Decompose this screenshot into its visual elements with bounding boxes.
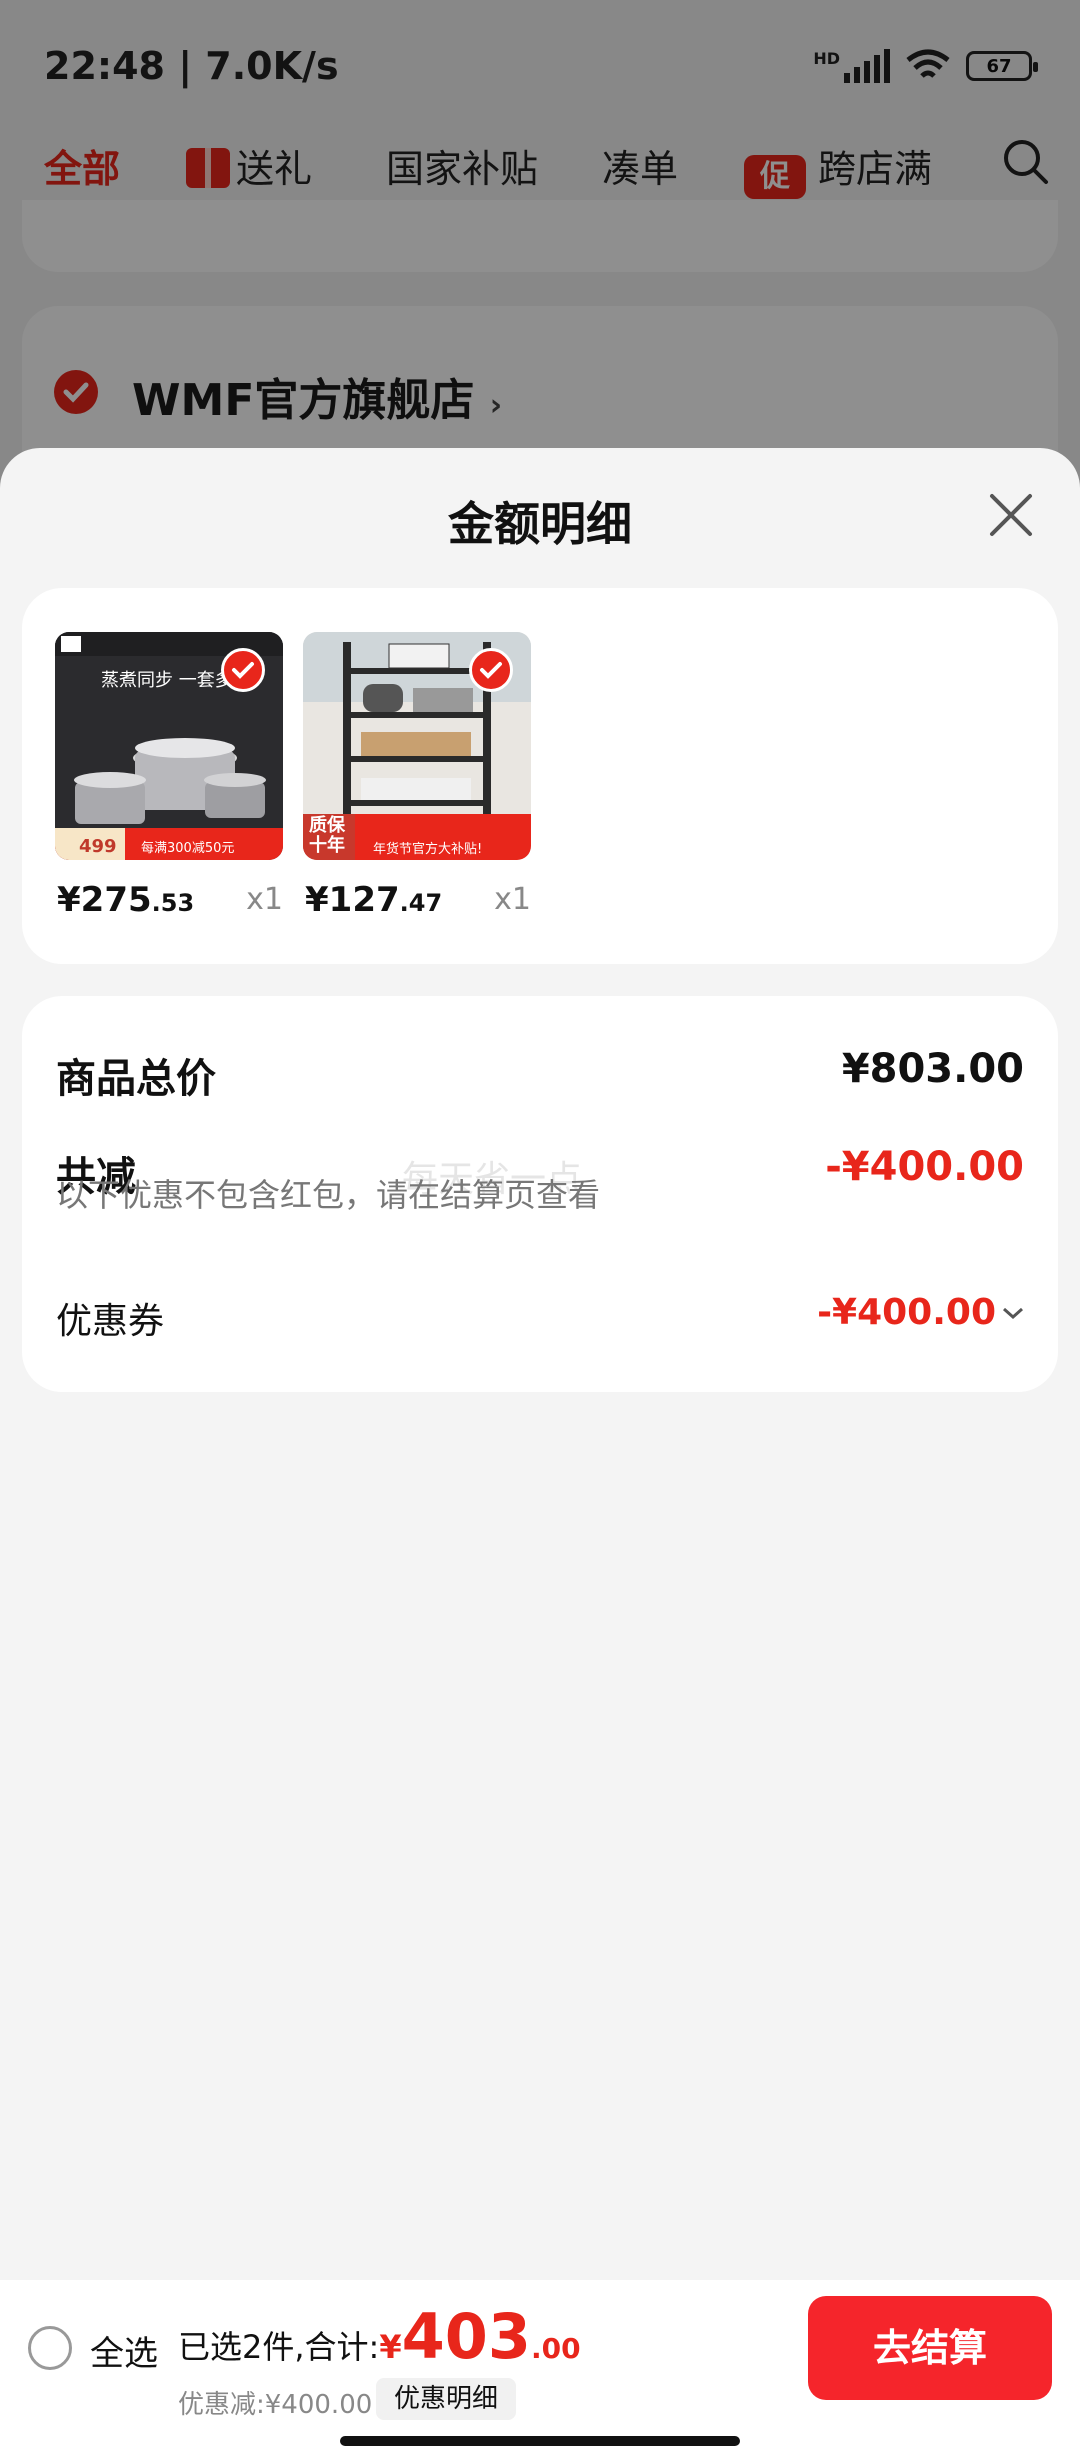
item-price: ¥275.53 — [57, 880, 194, 920]
select-all-label[interactable]: 全选 — [90, 2326, 158, 2375]
item-quantity: x1 — [494, 882, 531, 917]
item-price-dec: .47 — [399, 889, 443, 917]
image-price-tag: 499 — [79, 836, 117, 857]
total-currency: ¥ — [379, 2328, 402, 2366]
image-headline: 蒸煮同步 一套多 — [101, 670, 233, 691]
coupon-value: -¥400.00 — [817, 1292, 996, 1333]
product-image[interactable]: 蒸煮同步 一套多 499 每满300减50元 — [55, 632, 283, 860]
price-row: ¥275.53 x1 — [55, 876, 283, 936]
coupon-label: 优惠券 — [56, 1301, 165, 1342]
discount-note: 以下优惠不包含红包，请在结算页查看 — [56, 1176, 601, 1214]
item-price-int: ¥127 — [305, 880, 400, 920]
price-row: ¥127.47 x1 — [303, 876, 531, 936]
discount-detail-button[interactable]: 优惠明细 — [376, 2378, 517, 2420]
amount-detail-sheet: 金额明细 蒸煮同步 一套多 499 每满300减50元 ¥275.53 x1 质… — [0, 448, 1080, 2460]
list-item[interactable]: 蒸煮同步 一套多 499 每满300减50元 ¥275.53 x1 — [55, 632, 283, 936]
item-quantity: x1 — [246, 882, 283, 917]
items-card: 蒸煮同步 一套多 499 每满300减50元 ¥275.53 x1 质保 十年 … — [22, 588, 1058, 964]
total-price-value: ¥803.00 — [841, 1046, 1024, 1092]
bottom-action-bar: 全选 已选2件,合计:¥403.00 优惠减:¥400.00 优惠明细 去结算 — [0, 2280, 1080, 2460]
summary-card: 商品总价 ¥803.00 共减 -¥400.00 每天省一点 以下优惠不包含红包… — [22, 996, 1058, 1392]
sheet-title: 金额明细 — [448, 497, 632, 551]
checkout-button[interactable]: 去结算 — [808, 2296, 1052, 2400]
image-banner: 每满300减50元 — [141, 841, 235, 856]
image-badge: 质保 十年 — [309, 815, 345, 856]
coupon-dropdown[interactable]: -¥400.00 — [817, 1292, 1024, 1333]
item-check-icon[interactable] — [469, 648, 513, 692]
item-price-dec: .53 — [151, 889, 195, 917]
total-amount: 403 — [401, 2300, 532, 2373]
total-line: 已选2件,合计:¥403.00 — [178, 2300, 581, 2373]
product-image[interactable]: 质保 十年 年货节官方大补贴! — [303, 632, 531, 860]
image-banner: 年货节官方大补贴! — [373, 842, 483, 857]
item-price: ¥127.47 — [305, 880, 442, 920]
list-item[interactable]: 质保 十年 年货节官方大补贴! ¥127.47 x1 — [303, 632, 531, 936]
selected-count-label: 已选2件,合计: — [178, 2328, 380, 2366]
close-icon[interactable] — [984, 488, 1038, 542]
select-all-radio[interactable] — [28, 2326, 72, 2370]
item-price-int: ¥275 — [57, 880, 152, 920]
item-check-icon[interactable] — [221, 648, 265, 692]
total-price-label: 商品总价 — [56, 1056, 216, 1102]
reduce-value: -¥400.00 — [825, 1144, 1024, 1190]
home-indicator[interactable] — [340, 2436, 740, 2446]
chevron-down-icon — [1003, 1307, 1023, 1319]
total-decimals: .00 — [531, 2332, 581, 2365]
discount-amount: 优惠减:¥400.00 — [178, 2390, 373, 2420]
